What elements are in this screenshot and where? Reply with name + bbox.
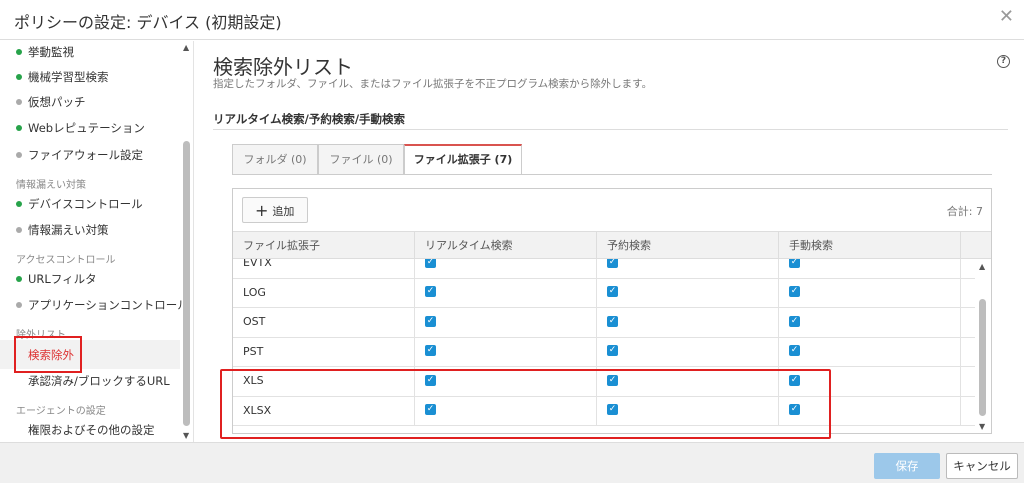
scroll-up-icon[interactable]: ▲ [979,262,985,271]
checkbox-checked-icon[interactable]: ✓ [425,315,436,327]
table-row: OST ✓ ✓ ✓ [233,308,975,338]
sidebar-item-web-reputation[interactable]: Webレピュテーション [16,120,145,136]
checkbox-checked-icon[interactable]: ✓ [789,345,800,356]
checkbox-checked-icon[interactable]: ✓ [425,259,436,268]
save-button[interactable]: 保存 [874,453,940,479]
checkbox-checked-icon[interactable]: ✓ [425,286,436,297]
scroll-down-icon[interactable]: ▼ [979,422,985,431]
realtime-cell: ✓ [415,308,597,338]
dialog-titlebar: ポリシーの設定: デバイス (初期設定) ✕ [0,0,1024,40]
scheduled-cell: ✓ [597,259,779,279]
status-on-icon [16,73,22,80]
manual-cell: ✓ [779,259,961,279]
status-off-icon [16,98,22,105]
status-on-icon [16,48,22,55]
sidebar-item-virtual-patch[interactable]: 仮想パッチ [16,94,86,110]
tab-divider [232,174,992,175]
scroll-down-icon[interactable]: ▼ [183,431,189,440]
section-title: リアルタイム検索/予約検索/手動検索 [213,112,406,126]
checkbox-checked-icon[interactable]: ✓ [607,345,618,356]
sidebar-group-info-leak: 情報漏えい対策 [16,180,86,191]
table-header: ファイル拡張子 リアルタイム検索 予約検索 手動検索 [233,231,991,260]
table-row: EVTX ✓ ✓ ✓ [233,259,975,279]
sidebar-item-app-control[interactable]: アプリケーションコントロール [16,297,189,313]
table-scrollbar[interactable]: ▲ ▼ [975,259,991,434]
tab-files[interactable]: ファイル (0) [318,144,404,175]
sidebar-item-device-control[interactable]: デバイスコントロール [16,196,143,212]
highlight-box-rows [220,369,831,439]
extension-cell: PST [233,337,415,367]
sidebar-item-firewall[interactable]: ファイアウォール設定 [16,147,143,163]
dialog-footer: 保存 キャンセル [0,442,1024,483]
sidebar-item-behavior[interactable]: 挙動監視 [16,44,74,60]
total-count: 合計: 7 [946,205,983,218]
tab-file-extensions[interactable]: ファイル拡張子 (7) [404,144,522,175]
cancel-button[interactable]: キャンセル [946,453,1018,479]
scheduled-cell: ✓ [597,337,779,367]
realtime-cell: ✓ [415,337,597,367]
table-row: LOG ✓ ✓ ✓ [233,278,975,308]
sidebar-group-agent: エージェントの設定 [16,406,106,417]
checkbox-checked-icon[interactable]: ✓ [789,315,800,327]
close-icon[interactable]: ✕ [999,6,1014,27]
dialog-title: ポリシーの設定: デバイス (初期設定) [14,13,282,32]
status-on-icon [16,275,22,282]
sidebar-scrollbar[interactable]: ▲ ▼ [180,41,193,442]
status-off-icon [16,301,22,308]
checkbox-checked-icon[interactable]: ✓ [607,259,618,268]
sidebar-item-url-filter[interactable]: URLフィルタ [16,271,97,287]
checkbox-checked-icon[interactable]: ✓ [607,286,618,297]
table-row: PST ✓ ✓ ✓ [233,337,975,367]
status-on-icon [16,124,22,131]
status-off-icon [16,151,22,158]
manual-cell: ✓ [779,337,961,367]
scheduled-cell: ✓ [597,308,779,338]
page-description: 指定したフォルダ、ファイル、またはファイル拡張子を不正プログラム検索から除外しま… [213,78,653,90]
manual-cell: ✓ [779,278,961,308]
sidebar-item-approved-urls[interactable]: 承認済み/ブロックするURL [28,373,170,389]
scheduled-cell: ✓ [597,278,779,308]
checkbox-checked-icon[interactable]: ✓ [607,315,618,327]
sidebar-item-permissions[interactable]: 権限およびその他の設定 [28,422,155,438]
column-header-scheduled[interactable]: 予約検索 [597,232,779,260]
help-icon[interactable]: ? [997,55,1010,68]
sidebar-group-access: アクセスコントロール [16,255,116,266]
extension-cell: OST [233,308,415,338]
checkbox-checked-icon[interactable]: ✓ [789,286,800,297]
tab-folders[interactable]: フォルダ (0) [232,144,318,175]
sidebar: 挙動監視 機械学習型検索 仮想パッチ Webレピュテーション ファイアウォール設… [0,41,194,442]
checkbox-checked-icon[interactable]: ✓ [425,345,436,356]
plus-icon: + [255,201,269,220]
section-divider [213,129,1008,130]
extension-cell: EVTX [233,259,415,279]
highlight-box-sidebar [14,336,82,373]
add-button[interactable]: + 追加 [242,197,308,223]
manual-cell: ✓ [779,308,961,338]
column-header-realtime[interactable]: リアルタイム検索 [415,232,597,260]
realtime-cell: ✓ [415,278,597,308]
scroll-up-icon[interactable]: ▲ [183,43,189,52]
status-off-icon [16,226,22,233]
sidebar-scroll-thumb[interactable] [183,141,190,426]
extension-cell: LOG [233,278,415,308]
checkbox-checked-icon[interactable]: ✓ [789,259,800,268]
realtime-cell: ✓ [415,259,597,279]
sidebar-item-ml-scan[interactable]: 機械学習型検索 [16,69,109,85]
sidebar-item-info-leak[interactable]: 情報漏えい対策 [16,222,109,238]
status-on-icon [16,200,22,207]
column-header-manual[interactable]: 手動検索 [779,232,961,260]
column-header-extension[interactable]: ファイル拡張子 [233,232,415,260]
table-scroll-thumb[interactable] [979,299,986,416]
